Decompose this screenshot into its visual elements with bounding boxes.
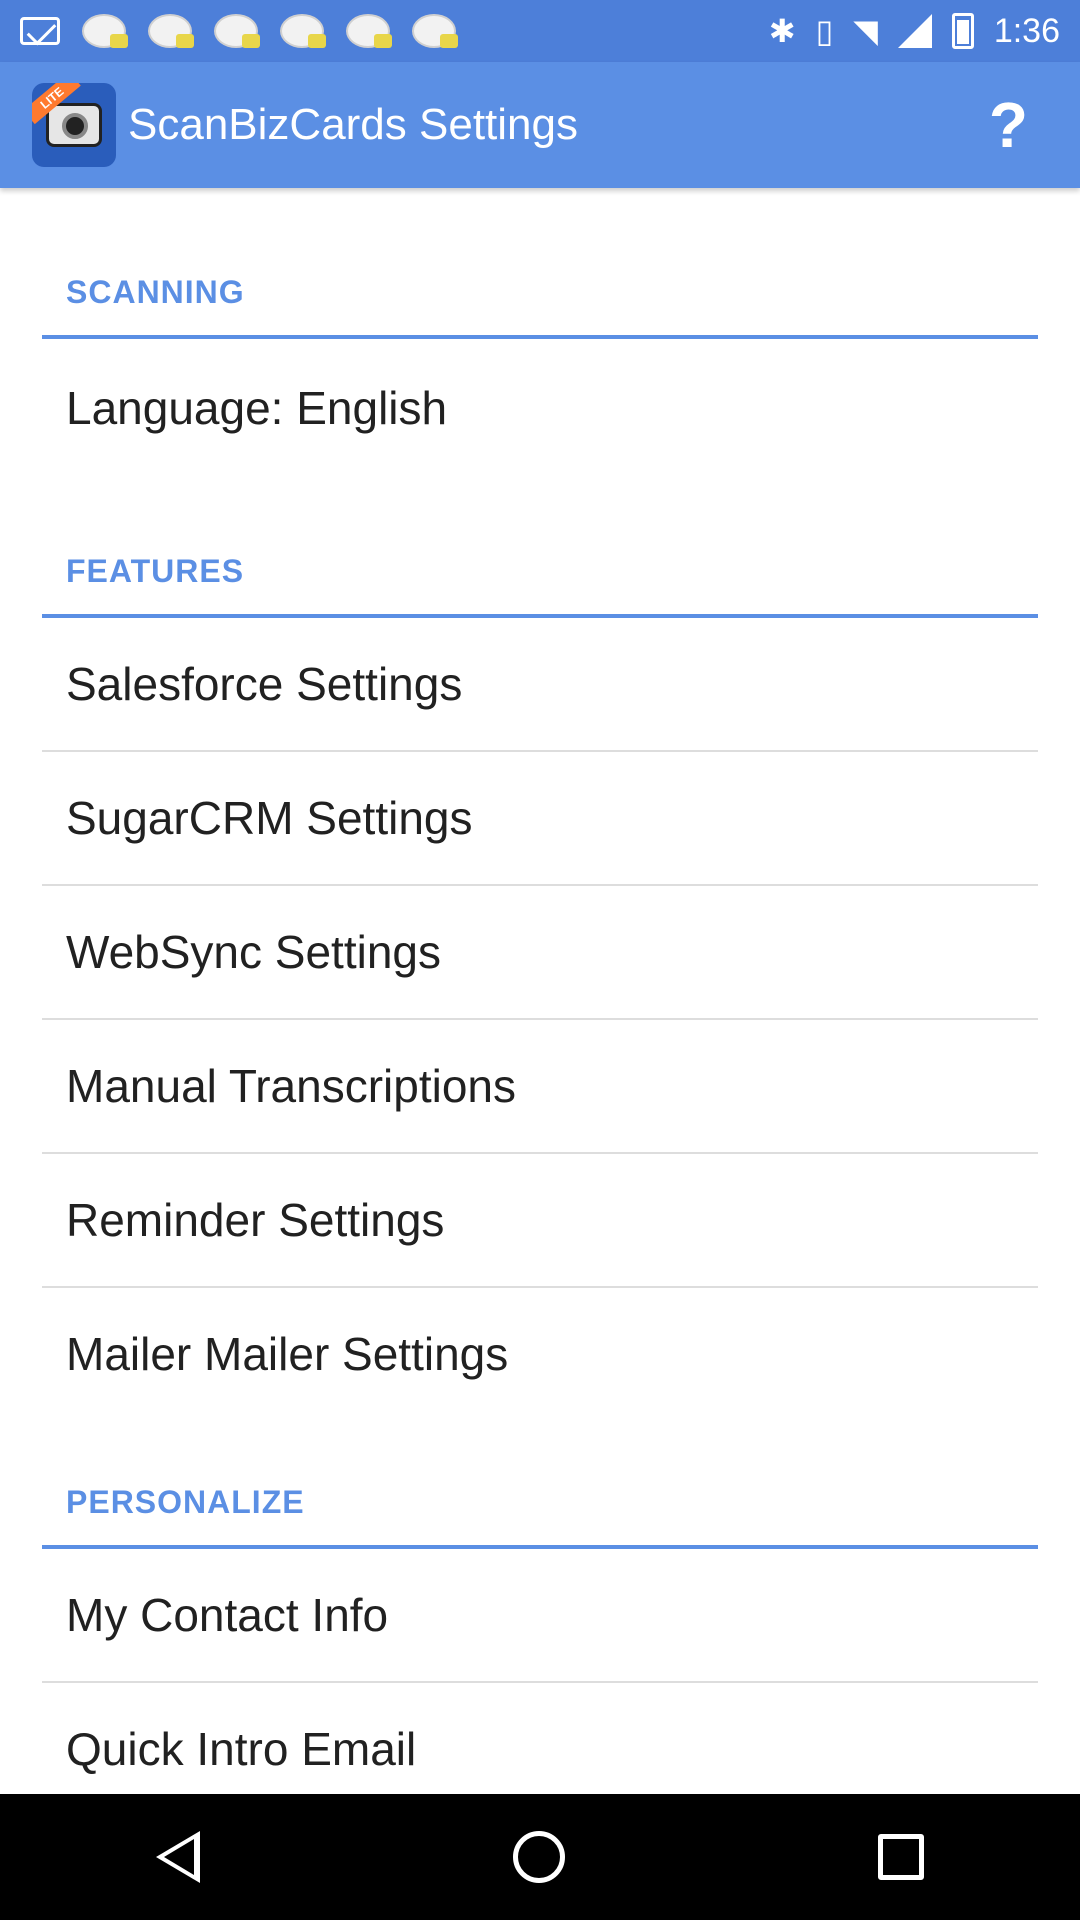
battery-icon (951, 13, 974, 49)
vibrate-icon: ▯ (815, 13, 834, 49)
ball-icon (280, 14, 326, 48)
signal-icon (897, 14, 932, 48)
list-item-quick-intro-email[interactable]: Quick Intro Email (0, 1683, 1080, 1794)
page-title: ScanBizCards Settings (128, 100, 578, 149)
camera-lens-icon (62, 113, 88, 139)
mail-icon (20, 17, 60, 45)
ball-icon (82, 14, 128, 48)
ball-icon (346, 14, 392, 48)
settings-list: SCANNING Language: English FEATURES Sale… (0, 188, 1080, 1794)
help-button[interactable]: ? (989, 88, 1028, 162)
app-logo-icon: LITE (32, 83, 116, 167)
bluetooth-icon: ✱ (768, 13, 796, 49)
ball-icon (214, 14, 260, 48)
status-right: ✱ ▯ ◥ 1:36 (769, 12, 1060, 51)
list-item-websync[interactable]: WebSync Settings (0, 886, 1080, 1018)
recent-apps-icon[interactable] (877, 1834, 924, 1880)
list-item-language[interactable]: Language: English (0, 339, 1080, 477)
list-item-sugarcrm[interactable]: SugarCRM Settings (0, 752, 1080, 884)
list-item-manual-transcriptions[interactable]: Manual Transcriptions (0, 1020, 1080, 1152)
status-time: 1:36 (993, 11, 1060, 50)
navigation-bar (0, 1794, 1080, 1920)
notification-icons (20, 14, 458, 48)
wifi-icon: ◥ (853, 13, 878, 49)
status-bar: ✱ ▯ ◥ 1:36 (0, 0, 1080, 62)
ball-icon (412, 14, 458, 48)
section-header-personalize: PERSONALIZE (66, 1484, 305, 1520)
section-header-features: FEATURES (66, 553, 245, 589)
list-item-mailer[interactable]: Mailer Mailer Settings (0, 1288, 1080, 1420)
ball-icon (148, 14, 194, 48)
list-item-salesforce[interactable]: Salesforce Settings (0, 618, 1080, 750)
list-item-reminder[interactable]: Reminder Settings (0, 1154, 1080, 1286)
home-icon[interactable] (512, 1831, 565, 1883)
back-icon[interactable] (156, 1831, 201, 1883)
section-header-scanning: SCANNING (66, 274, 245, 310)
list-item-my-contact-info[interactable]: My Contact Info (0, 1549, 1080, 1681)
app-bar: LITE ScanBizCards Settings ? (0, 62, 1080, 188)
